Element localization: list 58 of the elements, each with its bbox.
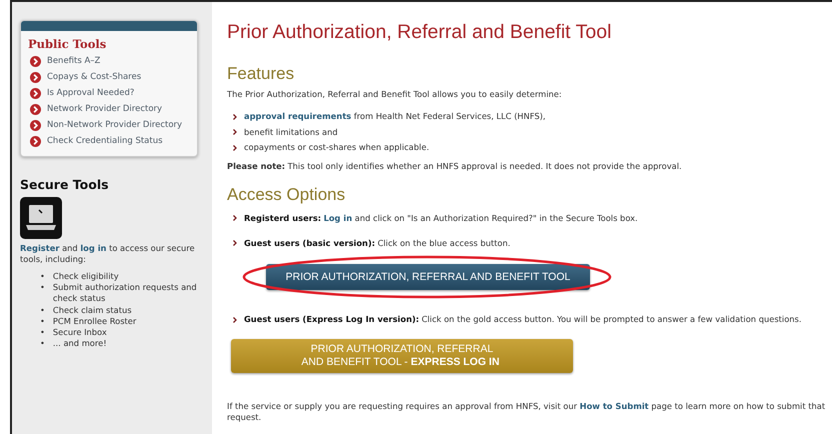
text-link[interactable]: approval requirements (244, 111, 352, 122)
section-heading: Public Tools (28, 37, 108, 52)
access-button[interactable]: PRIOR AUTHORIZATION, REFERRAL AND BENEFIT TOOL (266, 264, 590, 290)
bullet-text: benefit limitations and (244, 126, 338, 138)
text-link[interactable]: Log in (324, 212, 352, 223)
bullet-mark: • (40, 271, 45, 282)
option-text: Guest users (Express Log In version): Click on the gold access button. You will be prompted to answer a few validation questions. (244, 314, 802, 326)
section-heading: Features (227, 65, 296, 84)
chevron-icon (233, 144, 237, 151)
list-item: Submit authorization requests and check status (52, 282, 198, 305)
chevron-icon (233, 129, 237, 136)
text-link[interactable]: log in (80, 243, 106, 254)
option-text: Guest users (basic version): Click on the blue access button. (244, 238, 510, 248)
chevron-icon (233, 240, 237, 246)
chevron-icon (233, 114, 237, 120)
chevron-circle-icon (30, 136, 41, 148)
sidebar-link[interactable]: Copays & Cost-Shares (21, 70, 197, 86)
sidebar-link[interactable]: Benefits A–Z (21, 54, 197, 70)
chevron-circle-icon (30, 88, 41, 100)
chevron-circle-icon (30, 56, 41, 67)
link-text: Check Credentialing Status (47, 136, 163, 148)
link-text: Is Approval Needed? (47, 88, 134, 100)
chevron-icon (233, 215, 237, 222)
bullet-text: copayments or cost-shares when applicable. (244, 142, 430, 154)
bullet-text: approval requirements from Health Net Federal Services, LLC (HNFS), (244, 111, 546, 122)
footer-paragraph: If the service or supply you are requesting requires an approval from HNFS, visit our How to Submit page to learn more on how to submit that request. (227, 401, 826, 423)
bullet-mark: • (40, 326, 45, 338)
page-title: Prior Authorization, Referral and Benefit Tool (227, 22, 612, 44)
text-link[interactable]: Register (20, 243, 60, 254)
section-heading: Secure Tools (20, 177, 110, 194)
sidebar-link[interactable]: Check Credentialing Status (21, 134, 197, 150)
list-item: Check claim status (52, 304, 132, 316)
bullet-mark: • (40, 316, 45, 327)
text-link[interactable]: How to Submit (580, 401, 649, 412)
chevron-circle-icon (30, 120, 41, 132)
sidebar-link[interactable]: Is Approval Needed? (21, 86, 197, 102)
laptop-icon (20, 197, 62, 240)
link-text: Benefits A–Z (47, 56, 100, 67)
note-paragraph: Please note: This tool only identifies whether an HNFS approval is needed. It does not provide the approval. (227, 161, 683, 172)
link-text: Network Provider Directory (47, 104, 162, 116)
chevron-icon (233, 316, 237, 323)
chevron-circle-icon (30, 72, 41, 83)
chevron-circle-icon (30, 104, 41, 116)
list-item: Check eligibility (52, 271, 119, 282)
link-text: Copays & Cost-Shares (47, 72, 142, 84)
bullet-mark: • (40, 338, 45, 350)
sidebar-link[interactable]: Non-Network Provider Directory (21, 118, 197, 134)
bullet-mark: • (40, 282, 45, 294)
section-heading: Access Options (227, 186, 346, 205)
intro-paragraph: The Prior Authorization, Referral and Benefit Tool allows you to easily determine: (227, 89, 563, 100)
option-text: Registerd users: Log in and click on "Is an Authorization Required?" in the Secure Tools box. (244, 212, 638, 224)
list-item: Secure Inbox (52, 326, 107, 338)
list-item: ... and more! (52, 338, 107, 350)
link-text: Non-Network Provider Directory (47, 120, 182, 132)
intro-paragraph: Register and log in to access our secure tools, including: (20, 243, 196, 266)
list-item: PCM Enrollee Roster (52, 316, 136, 327)
bullet-mark: • (40, 304, 45, 316)
sidebar-link[interactable]: Network Provider Directory (21, 102, 197, 118)
